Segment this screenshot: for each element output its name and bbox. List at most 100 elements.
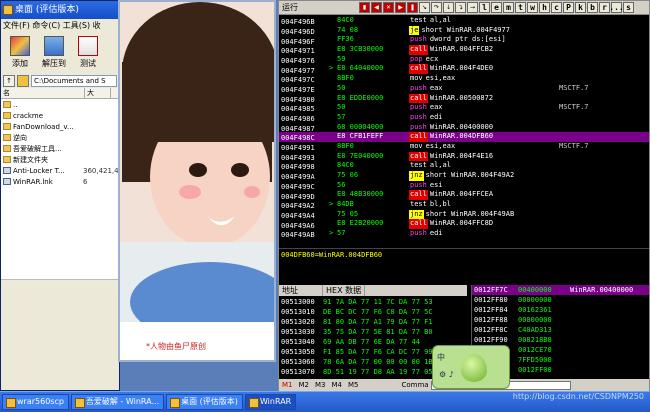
open-icon[interactable]: ▮ [359, 2, 370, 13]
close-icon[interactable]: ✕ [383, 2, 394, 13]
winrar-titlebar[interactable]: 桌面 (评估版本) [1, 1, 119, 19]
add-button[interactable]: 添加 [3, 34, 37, 72]
mem-tab-m4[interactable]: M4 [329, 381, 346, 389]
mem-tab-m2[interactable]: M2 [296, 381, 313, 389]
dump-address: 00513020 [281, 318, 315, 326]
disasm-row[interactable]: 004F4987 68 00004000 push WinRAR.00400000 [279, 123, 649, 133]
disasm-instruction: call WinRAR.004FFCEA [409, 190, 559, 201]
disasm-row[interactable]: 004F496D 74 08 je short WinRAR.004F4977 [279, 25, 649, 36]
toolbar-button-h[interactable]: h [539, 2, 550, 13]
list-item[interactable]: 逆向 [1, 132, 119, 143]
column-size[interactable]: 大 [85, 88, 111, 98]
stack-row[interactable]: 0012FF80 00000000 [472, 295, 649, 305]
jump-arrow [329, 45, 337, 55]
photo [120, 2, 274, 342]
restart-icon[interactable]: ◀ [371, 2, 382, 13]
step-over-icon[interactable]: ↷ [431, 2, 442, 13]
disasm-row[interactable]: 004F499A 75 06 jnz short WinRAR.004F49A2 [279, 171, 649, 181]
toolbar-button-w[interactable]: w [527, 2, 538, 13]
list-item[interactable]: 吾爱破解工具... [1, 143, 119, 154]
test-button[interactable]: 测试 [71, 34, 105, 72]
list-item[interactable]: .. [1, 99, 119, 110]
pause-icon[interactable]: ❚ [407, 2, 418, 13]
trace-into-icon[interactable]: ↓ [443, 2, 454, 13]
disasm-row[interactable]: 004F497E 50 push eax MSCTF.7 [279, 84, 649, 94]
column-name[interactable]: 名 [1, 88, 85, 98]
stack-row[interactable]: 0012FF90 008218B8 [472, 335, 649, 345]
jump-arrow [329, 16, 337, 26]
disasm-hex: FF36 [337, 35, 354, 44]
address-field[interactable]: C:\Documents and S [31, 75, 117, 87]
list-item[interactable]: FanDownload_v... [1, 121, 119, 132]
test-icon [78, 36, 98, 56]
toolbar-button-m[interactable]: m [503, 2, 514, 13]
stack-row[interactable]: 0012FF7C 00400000 WinRAR.00400000 [472, 285, 649, 295]
horizontal-scrollbar[interactable] [1, 279, 119, 289]
dump-row[interactable]: 00513010 DE BC DC 77 F6 C8 DA 77 5C [279, 307, 467, 317]
toolbar-button-p[interactable]: P [563, 2, 574, 13]
disasm-operand: WinRAR.004F4E16 [429, 151, 494, 160]
run-icon[interactable]: ▶ [395, 2, 406, 13]
disasm-row[interactable]: 004F499C 56 push esi [279, 181, 649, 191]
disasm-mnemonic: mov [410, 141, 423, 150]
stack-row[interactable]: 0012FF84 00162361 [472, 305, 649, 315]
disasm-row[interactable]: 004F499D E8 48B30000 call WinRAR.004FFCEA [279, 190, 649, 201]
floating-widget[interactable]: 中 ⚙ ♪ [432, 345, 510, 389]
stack-row[interactable]: 0012FF88 00000000 [472, 315, 649, 325]
disasm-row[interactable]: 004F497C 8BF0 mov esi,eax [279, 74, 649, 84]
dump-row[interactable]: 00513000 91 7A DA 77 11 7C DA 77 53 [279, 297, 467, 307]
toolbar-button-c[interactable]: c [551, 2, 562, 13]
disasm-hex: 8BF0 [337, 74, 354, 83]
taskbar-item-winrar[interactable]: WinRAR [244, 394, 297, 410]
disassembly-pane[interactable]: 004F496B 84C0 test al,al 004F496D 74 08 je shor… [279, 16, 649, 248]
toolbar-button-s[interactable]: s [623, 2, 634, 13]
up-arrow-icon[interactable]: ↑ [3, 75, 15, 87]
toolbar-button-t[interactable]: t [515, 2, 526, 13]
disasm-row[interactable]: 004F49A6 E8 E2B20000 call WinRAR.004FFC8D [279, 219, 649, 230]
trace-over-icon[interactable]: ↴ [455, 2, 466, 13]
mem-tab-m5[interactable]: M5 [345, 381, 362, 389]
disasm-row[interactable]: 004F49AB >57 push edi [279, 229, 649, 239]
toolbar-button-e[interactable]: e [491, 2, 502, 13]
step-into-icon[interactable]: ↘ [419, 2, 430, 13]
winrar-menubar[interactable]: 文件(F) 命令(C) 工具(S) 收 [1, 19, 119, 32]
stack-row[interactable]: 0012FF8C C40AD313 [472, 325, 649, 335]
disasm-row[interactable]: 004F4993 E8 7E040000 call WinRAR.004F4E16 [279, 151, 649, 162]
taskbar-item-desktop[interactable]: 桌面 (评估版本) [166, 394, 243, 410]
disasm-row[interactable]: 004F49A4 75 05 jnz short WinRAR.004F49AB [279, 209, 649, 220]
mem-tab-m3[interactable]: M3 [312, 381, 329, 389]
disasm-row[interactable]: 004F4971 E8 3CB30000 call WinRAR.004FFCB2 [279, 45, 649, 55]
disasm-mnemonic: call [409, 151, 428, 162]
toolbar-button-more[interactable]: ... [609, 2, 624, 13]
disasm-row[interactable]: 004F4985 50 push eax MSCTF.7 [279, 103, 649, 113]
list-item[interactable]: WinRAR.lnk 6 [1, 176, 119, 187]
disasm-row[interactable]: 004F496B 84C0 test al,al [279, 16, 649, 26]
list-item[interactable]: Anti-Locker T... 360,421,4 [1, 165, 119, 176]
disasm-row[interactable]: 004F49A2 >84DB test bl,bl [279, 200, 649, 210]
list-item[interactable]: crackme [1, 110, 119, 121]
extract-button[interactable]: 解压到 [37, 34, 71, 72]
dump-row[interactable]: 00513030 35 75 DA 77 5E 81 DA 77 B0 [279, 327, 467, 337]
toolbar-button-l[interactable]: l [479, 2, 490, 13]
disasm-row[interactable]: 004F4980 E8 EDDE0000 call WinRAR.00500872 [279, 93, 649, 104]
taskbar-item-debugger[interactable]: 吾爱破解 - WinRA... [70, 394, 165, 410]
dump-row[interactable]: 00513020 81 80 DA 77 A1 79 DA 77 F1 [279, 317, 467, 327]
list-item[interactable]: 新建文件夹 [1, 154, 119, 165]
toolbar-button-k[interactable]: k [575, 2, 586, 13]
dump-header-address[interactable]: 地址 [279, 285, 323, 296]
execute-till-return-icon[interactable]: → [467, 2, 478, 13]
disasm-instruction: mov esi,eax [409, 142, 559, 152]
disasm-row[interactable]: 004F496F FF36 push dword ptr ds:[esi] [279, 35, 649, 45]
disasm-row[interactable]: 004F4986 57 push edi [279, 113, 649, 123]
mem-tab-m1[interactable]: M1 [279, 381, 296, 389]
disasm-row[interactable]: 004F498C E8 CFB1FEFF call WinRAR.004DFB60 [279, 132, 649, 142]
toolbar-button-b[interactable]: b [587, 2, 598, 13]
dump-header-hex[interactable]: HEX 数据 [323, 285, 366, 296]
disasm-row[interactable]: 004F4991 8BF0 mov esi,eax MSCTF.7 [279, 142, 649, 152]
taskbar-item-wrar560scp[interactable]: wrar560scp [2, 394, 69, 410]
disasm-row[interactable]: 004F4998 84C0 test al,al [279, 161, 649, 171]
jump-arrow [329, 35, 337, 45]
disasm-row[interactable]: 004F4977 > E8 64040000 call WinRAR.004F4DE0 [279, 64, 649, 75]
disasm-row[interactable]: 004F4976 59 pop ecx [279, 55, 649, 65]
disasm-mnemonic: push [410, 112, 427, 121]
